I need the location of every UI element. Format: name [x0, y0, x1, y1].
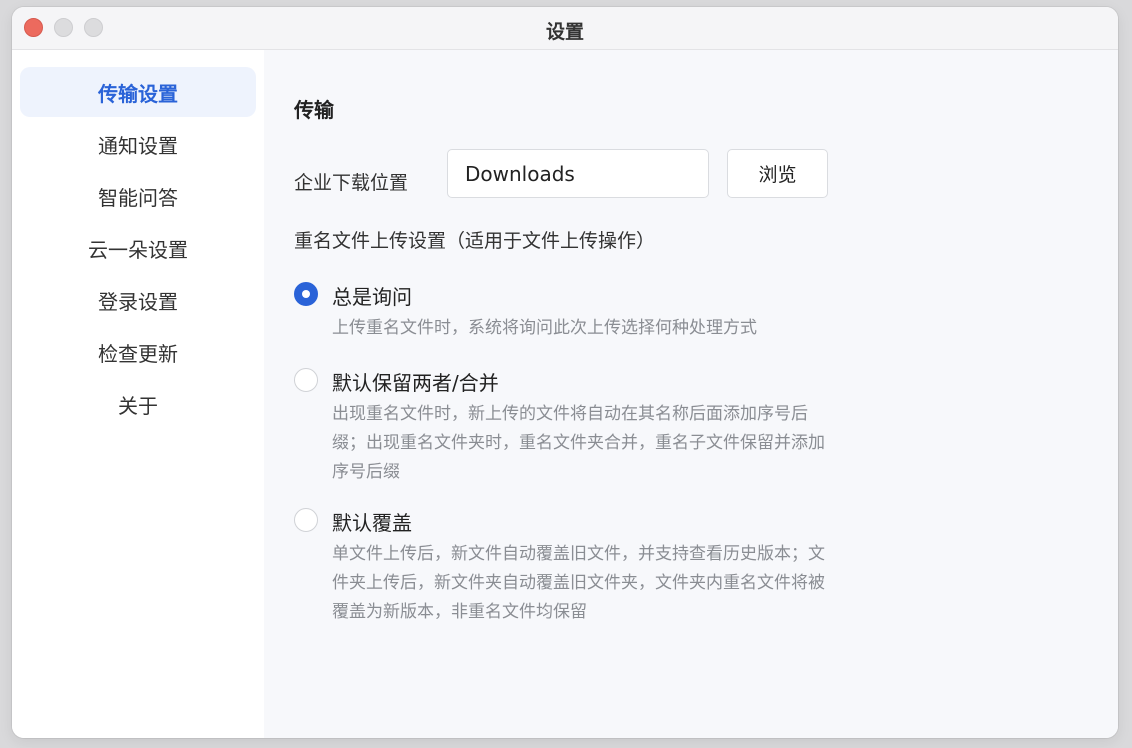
sidebar-item-notification[interactable]: 通知设置 [20, 119, 256, 169]
title-bar: 设置 [12, 7, 1118, 50]
option-description: 单文件上传后，新文件自动覆盖旧文件，并支持查看历史版本；文件夹上传后，新文件夹自… [332, 544, 825, 622]
radio-always-ask[interactable] [294, 282, 318, 306]
browse-button[interactable]: 浏览 [727, 149, 828, 198]
download-location-label: 企业下载位置 [294, 172, 409, 194]
option-description: 上传重名文件时，系统将询问此次上传选择何种处理方式 [332, 318, 757, 338]
option-label: 默认覆盖 [332, 511, 412, 535]
sidebar-item-check-update[interactable]: 检查更新 [20, 327, 256, 377]
sidebar-item-cloud[interactable]: 云一朵设置 [20, 223, 256, 273]
sidebar-item-smart-qa[interactable]: 智能问答 [20, 171, 256, 221]
window-title: 设置 [545, 21, 584, 43]
sidebar-item-login[interactable]: 登录设置 [20, 275, 256, 325]
section-title: 传输 [294, 98, 334, 122]
rename-setting-label: 重名文件上传设置（适用于文件上传操作） [294, 230, 656, 252]
option-description: 出现重名文件时，新上传的文件将自动在其名称后面添加序号后缀；出现重名文件夹时，重… [332, 404, 825, 482]
option-label: 默认保留两者/合并 [332, 371, 499, 395]
sidebar: 传输设置 通知设置 智能问答 云一朵设置 登录设置 检查更新 关于 [12, 50, 264, 738]
download-location-input[interactable] [447, 149, 709, 198]
sidebar-item-transfer[interactable]: 传输设置 [20, 67, 256, 117]
radio-overwrite[interactable] [294, 508, 318, 532]
option-label: 总是询问 [332, 285, 412, 309]
sidebar-item-about[interactable]: 关于 [20, 379, 256, 429]
settings-window: 设置 传输设置 通知设置 智能问答 云一朵设置 登录设置 检查更新 关于 传输 … [12, 7, 1118, 738]
settings-content: 传输 企业下载位置 浏览 重名文件上传设置（适用于文件上传操作） 总是询问 上传… [264, 50, 1118, 738]
radio-keep-both[interactable] [294, 368, 318, 392]
